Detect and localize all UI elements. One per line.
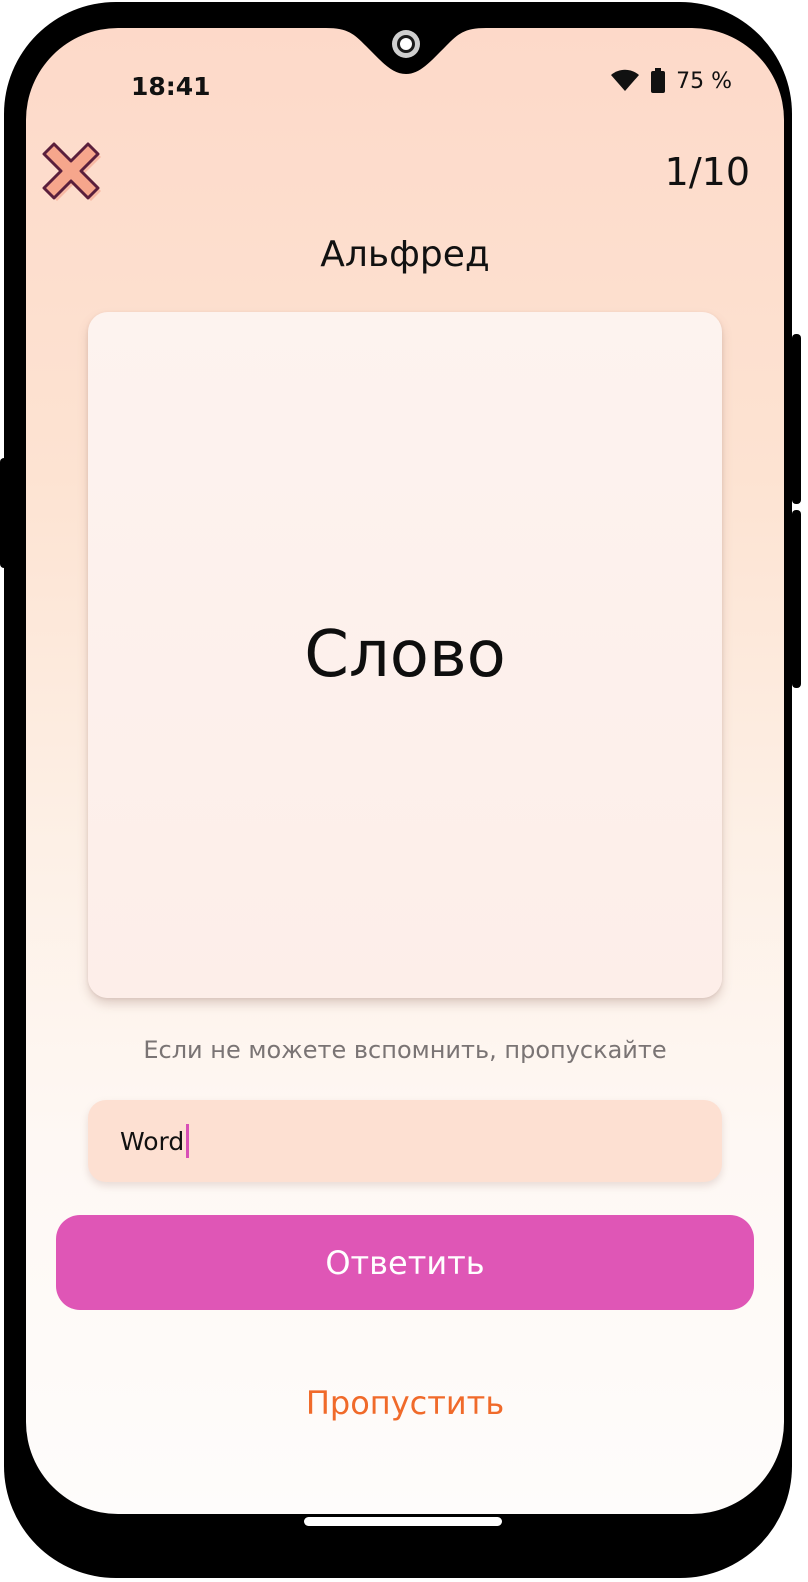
volume-button	[792, 334, 801, 504]
close-button[interactable]	[42, 140, 106, 204]
battery-percent: 75 %	[676, 68, 732, 94]
answer-button[interactable]: Ответить	[56, 1215, 754, 1310]
hint-text: Если не можете вспомнить, пропускайте	[143, 1036, 667, 1064]
answer-input[interactable]: Word	[88, 1100, 722, 1182]
close-icon	[42, 142, 101, 201]
deck-title: Альфред	[320, 234, 490, 275]
progress-counter: 1/10	[664, 150, 750, 194]
wifi-icon	[611, 69, 640, 91]
status-time: 18:41	[131, 72, 211, 101]
camera-notch	[326, 28, 486, 74]
home-indicator[interactable]	[304, 1517, 502, 1526]
battery-icon	[651, 68, 666, 93]
card-word: Слово	[304, 618, 506, 692]
skip-button[interactable]: Пропустить	[26, 1384, 784, 1422]
text-cursor	[186, 1124, 190, 1158]
status-indicators: 75 %	[610, 68, 732, 94]
power-button	[792, 510, 801, 688]
app-screen: 18:41 75 % 1/10 Альфред Слово Если не мо…	[26, 28, 784, 1514]
answer-value: Word	[120, 1126, 185, 1156]
flashcard: Слово	[88, 312, 722, 998]
phone-frame: 18:41 75 % 1/10 Альфред Слово Если не мо…	[4, 2, 792, 1578]
